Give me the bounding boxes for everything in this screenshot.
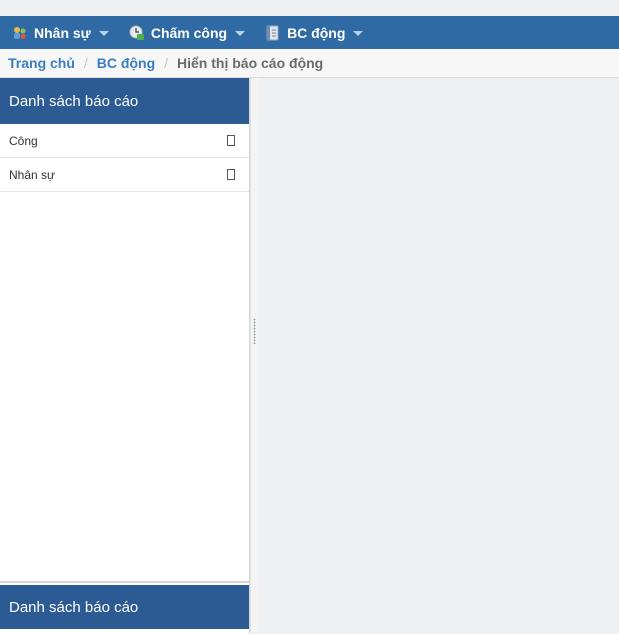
top-strip [0,0,619,16]
breadcrumb-section-link[interactable]: BC động [97,55,155,71]
breadcrumb-home-link[interactable]: Trang chủ [8,55,75,71]
report-content-area [259,78,619,632]
bottom-report-panel: Danh sách báo cáo [0,581,250,634]
menu-label: Nhân sự [34,24,91,41]
menu-label: Chấm công [150,24,228,41]
timecard-icon [129,25,145,41]
report-list-panel: Danh sách báo cáo Công Nhân sự [0,78,250,581]
breadcrumb-current: Hiển thị báo cáo động [177,55,324,71]
breadcrumb-separator: / [83,55,88,71]
menu-bc-dong[interactable]: BC động [253,16,371,49]
panel-title: Danh sách báo cáo [0,78,249,124]
main-menu-bar: Nhân sự Chấm công BC động [0,16,619,49]
splitter-grip-icon[interactable] [253,318,256,344]
notebook-icon [265,25,281,41]
report-item-nhan-su[interactable]: Nhân sự [0,158,249,192]
report-item-label: Công [9,133,38,148]
menu-cham-cong[interactable]: Chấm công [117,16,253,49]
document-icon [227,135,235,146]
breadcrumb: Trang chủ / BC động / Hiển thị báo cáo đ… [0,49,619,78]
report-item-cong[interactable]: Công [0,124,249,158]
people-icon [12,25,28,41]
chevron-down-icon [235,31,246,36]
panel-title: Danh sách báo cáo [0,585,249,629]
menu-label: BC động [287,24,346,41]
menu-nhan-su[interactable]: Nhân sự [0,16,117,49]
chevron-down-icon [353,31,364,36]
document-icon [227,169,235,180]
breadcrumb-separator: / [164,55,169,71]
chevron-down-icon [98,31,109,36]
report-item-label: Nhân sự [9,167,56,182]
